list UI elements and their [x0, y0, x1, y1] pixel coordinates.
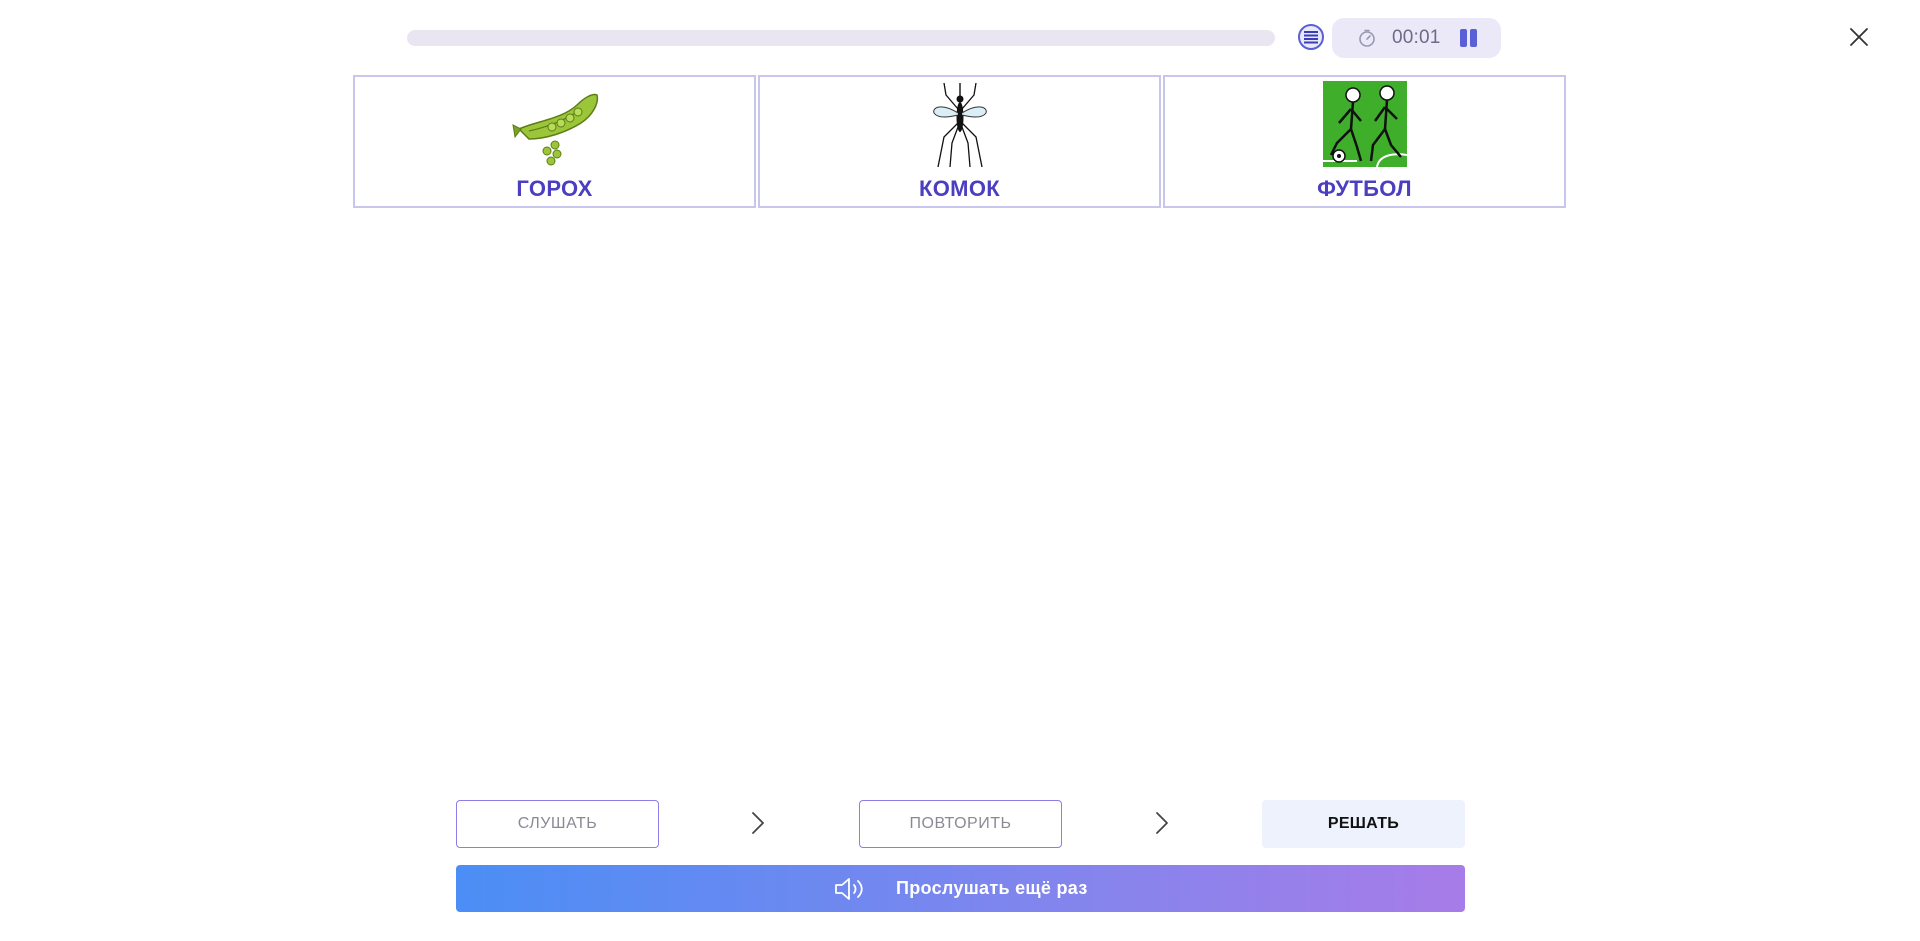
- pea-pod-icon: [511, 93, 598, 166]
- football-players-icon: [1322, 81, 1407, 168]
- card-word: ГОРОХ: [516, 176, 593, 201]
- listen-again-button[interactable]: Прослушать ещё раз: [456, 865, 1465, 912]
- chevron-right-icon: [1156, 812, 1168, 834]
- solve-step-button[interactable]: РЕШАТЬ: [1262, 800, 1465, 848]
- speaker-icon: [835, 878, 863, 900]
- word-card-komok[interactable]: КОМОК: [758, 75, 1161, 208]
- list-icon[interactable]: [1298, 24, 1324, 50]
- card-word: ФУТБОЛ: [1317, 176, 1412, 201]
- timer-value: 00:01: [1392, 27, 1441, 48]
- listen-step-button[interactable]: СЛУШАТЬ: [456, 800, 659, 848]
- pause-button[interactable]: [1458, 29, 1480, 47]
- card-word: КОМОК: [919, 176, 1000, 201]
- stopwatch-icon: [1359, 29, 1375, 47]
- timer: 00:01: [1332, 18, 1501, 58]
- pause-icon: [1460, 29, 1467, 47]
- chevron-right-icon: [752, 812, 764, 834]
- close-icon[interactable]: [1847, 25, 1871, 49]
- repeat-step-button[interactable]: ПОВТОРИТЬ: [859, 800, 1062, 848]
- word-cards: ГОРОХ КОМОК ФУТБОЛ: [353, 75, 1567, 208]
- word-card-futbol[interactable]: ФУТБОЛ: [1163, 75, 1566, 208]
- mosquito-icon: [932, 82, 987, 168]
- listen-again-label: Прослушать ещё раз: [896, 878, 1088, 898]
- progress-bar: [407, 30, 1275, 46]
- word-card-goroh[interactable]: ГОРОХ: [353, 75, 756, 208]
